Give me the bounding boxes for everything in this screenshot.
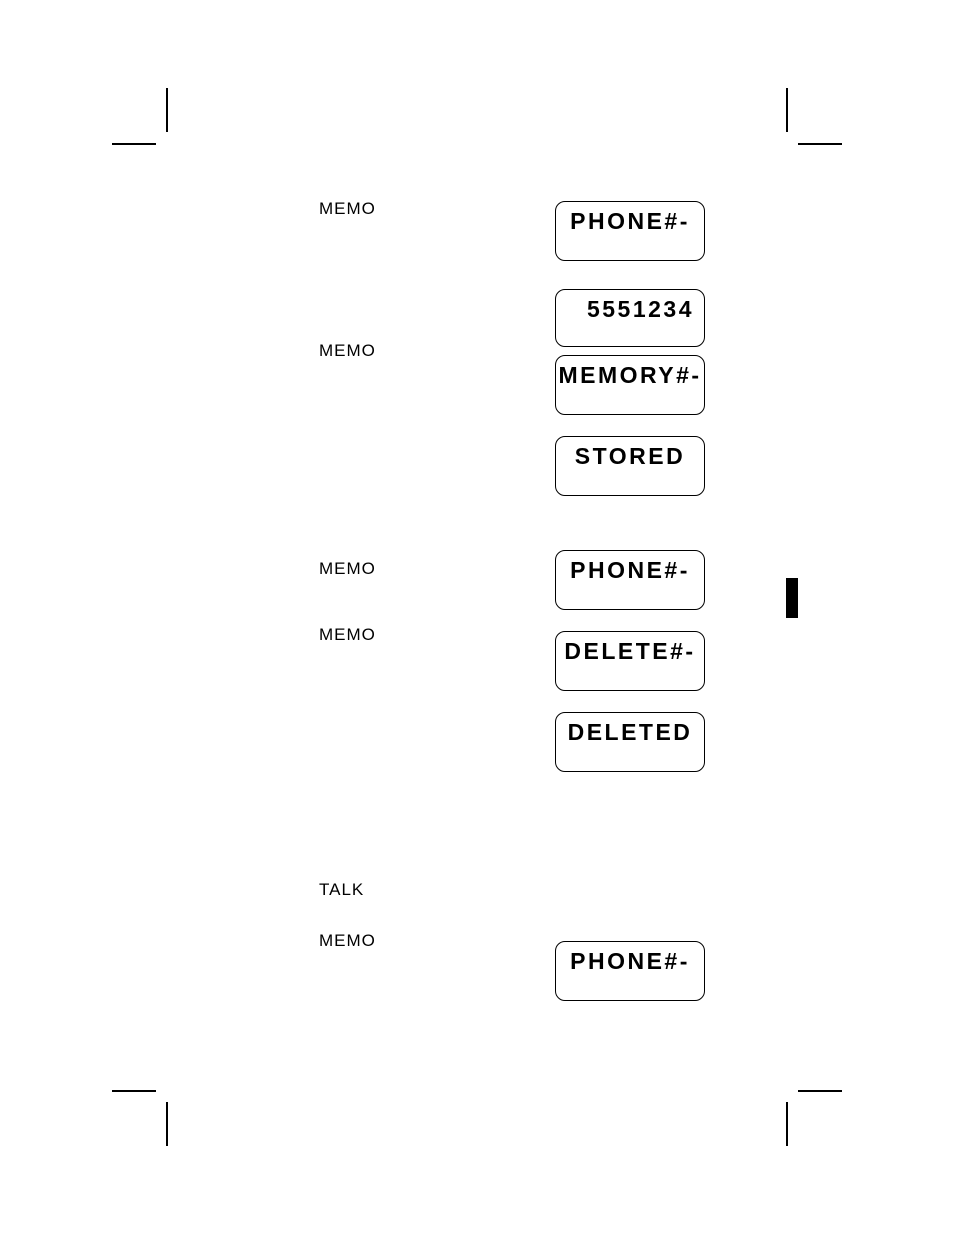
crop-mark [166,88,168,132]
crop-mark [798,143,842,145]
crop-mark [786,88,788,132]
memo-label: MEMO [319,931,376,951]
lcd-display: DELETED [555,712,705,772]
lcd-text: DELETED [556,719,704,746]
crop-mark [166,1102,168,1146]
crop-mark [112,143,156,145]
tab-mark [786,578,798,618]
crop-mark [798,1090,842,1092]
lcd-text: STORED [556,443,704,470]
memo-label: MEMO [319,341,376,361]
lcd-display: PHONE#- [555,941,705,1001]
lcd-display: PHONE#- [555,550,705,610]
crop-mark [786,1102,788,1146]
crop-mark [112,1090,156,1092]
memo-label: MEMO [319,559,376,579]
talk-label: TALK [319,880,364,900]
lcd-text: DELETE#- [556,638,704,665]
lcd-text: PHONE#- [556,557,704,584]
lcd-text: PHONE#- [556,948,704,975]
lcd-display: STORED [555,436,705,496]
lcd-display: PHONE#- [555,201,705,261]
lcd-display: 5551234 [555,289,705,347]
memo-label: MEMO [319,199,376,219]
lcd-text: 5551234 [556,296,694,323]
lcd-display: DELETE#- [555,631,705,691]
lcd-text: PHONE#- [556,208,704,235]
memo-label: MEMO [319,625,376,645]
lcd-text: MEMORY#- [556,362,704,389]
lcd-display: MEMORY#- [555,355,705,415]
